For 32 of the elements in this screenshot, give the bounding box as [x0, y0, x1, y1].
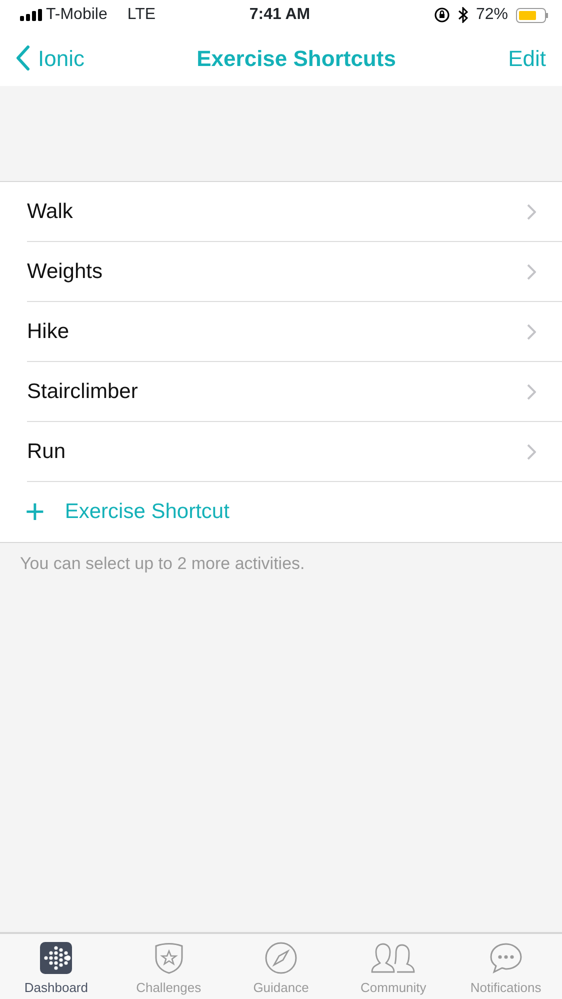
rotation-lock-icon: [434, 7, 450, 23]
back-chevron-icon: [16, 45, 30, 71]
tab-bar-item[interactable]: Dashboard: [0, 934, 112, 999]
chevron-right-icon: [527, 444, 536, 460]
tab-bar-item[interactable]: Community: [337, 934, 450, 999]
shortcut-item[interactable]: Weights: [27, 242, 562, 302]
chevron-right-icon: [527, 264, 536, 280]
shortcut-item[interactable]: Walk: [27, 182, 562, 242]
people-icon: [370, 942, 416, 974]
page-title: Exercise Shortcuts: [196, 44, 396, 72]
carrier-name: T-Mobile: [46, 5, 108, 25]
battery-percent: 72%: [476, 5, 508, 25]
tab-bar-item[interactable]: Notifications: [450, 934, 562, 999]
chevron-right-icon: [527, 204, 536, 220]
compass-icon: [265, 942, 298, 974]
chevron-right-icon: [527, 324, 536, 340]
edit-button[interactable]: Edit: [508, 42, 546, 74]
battery-icon: [516, 8, 548, 22]
shortcut-item[interactable]: Hike: [27, 302, 562, 362]
tab-bar-item[interactable]: Challenges: [112, 934, 225, 999]
chevron-right-icon: [527, 384, 536, 400]
signal-icon: [20, 9, 42, 21]
shortcut-item[interactable]: Stairclimber: [27, 362, 562, 422]
tab-bar-item[interactable]: Guidance: [224, 934, 338, 999]
back-button[interactable]: Ionic: [16, 42, 84, 74]
info-text: You can select up to 2 more activities.: [19, 553, 306, 575]
dashboard-icon: [40, 942, 72, 974]
star-shield-icon: [152, 942, 185, 974]
chat-bubble-icon: [488, 942, 523, 974]
bluetooth-icon: [458, 7, 468, 23]
clock-time: 7:41 AM: [249, 5, 310, 25]
network-type: LTE: [127, 5, 156, 25]
